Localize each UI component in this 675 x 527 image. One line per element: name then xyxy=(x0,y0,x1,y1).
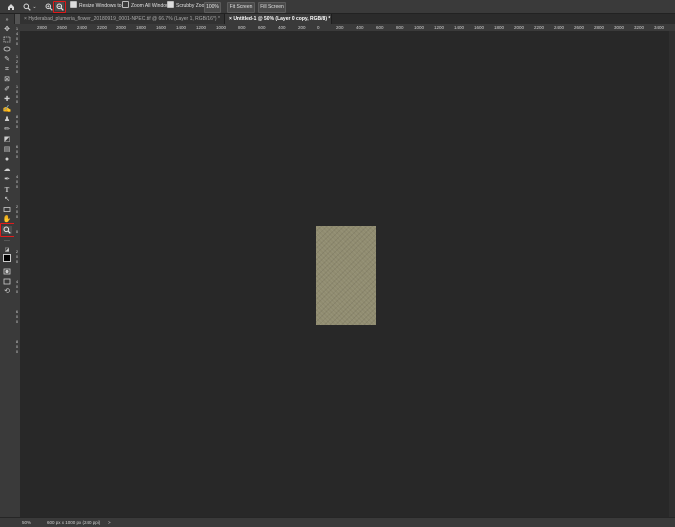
collapse-arrows-icon[interactable]: » xyxy=(2,16,12,24)
home-icon[interactable] xyxy=(6,2,15,11)
frame-tool-icon[interactable]: ⊠ xyxy=(2,76,12,84)
zoom-all-windows-checkbox[interactable]: Zoom All Windows xyxy=(122,1,172,12)
foreground-color-swatch[interactable] xyxy=(3,254,11,262)
chevron-down-icon[interactable]: ⌄ xyxy=(32,4,37,10)
zoom-tool-highlight xyxy=(0,223,15,237)
document-image[interactable] xyxy=(316,226,376,325)
document-tabs: × Hyderabad_plumeria_flower_20180919_000… xyxy=(20,14,675,24)
gradient-tool-icon[interactable]: ▤ xyxy=(2,146,12,154)
lasso-tool-icon[interactable] xyxy=(2,46,12,54)
zoom-tool-preset-icon[interactable] xyxy=(22,2,31,11)
artboard-rotate-icon[interactable]: ⟲ xyxy=(2,288,12,296)
pen-tool-icon[interactable]: ✒ xyxy=(2,176,12,184)
eyedropper-tool-icon[interactable]: ✐ xyxy=(2,86,12,94)
zoom-in-icon[interactable] xyxy=(44,2,53,11)
checkbox-checked-icon xyxy=(70,1,77,9)
resize-windows-checkbox[interactable]: Resize Windows to Fit xyxy=(70,1,128,12)
zoom-100-button[interactable]: 100% xyxy=(204,2,221,13)
marquee-tool-icon[interactable] xyxy=(2,36,12,44)
type-tool-icon[interactable]: T xyxy=(2,186,12,194)
tab-untitled-1[interactable]: × Untitled-1 @ 50% (Layer 0 copy, RGB/8)… xyxy=(225,14,332,24)
screen-mode-icon[interactable] xyxy=(2,278,12,286)
zoom-out-highlight xyxy=(53,1,66,13)
clone-stamp-tool-icon[interactable]: ♟ xyxy=(2,116,12,124)
close-icon[interactable]: × xyxy=(229,16,232,22)
history-brush-tool-icon[interactable]: ✏ xyxy=(2,126,12,134)
checkbox-checked-icon xyxy=(167,1,174,9)
default-colors-icon[interactable]: ◪ ⇄ xyxy=(2,246,12,261)
vertical-scrollbar[interactable] xyxy=(669,31,675,517)
eraser-tool-icon[interactable]: ◩ xyxy=(2,136,12,144)
dodge-tool-icon[interactable]: ☁ xyxy=(2,166,12,174)
quick-selection-tool-icon[interactable]: ✎ xyxy=(2,56,12,64)
rectangle-tool-icon[interactable] xyxy=(2,206,12,214)
more-tools-icon[interactable]: ··· xyxy=(2,237,12,245)
scrubby-zoom-checkbox[interactable]: Scrubby Zoom xyxy=(167,1,209,12)
crop-tool-icon[interactable]: ⌗ xyxy=(2,66,12,74)
close-icon[interactable]: × xyxy=(24,16,27,22)
path-selection-tool-icon[interactable]: ↖ xyxy=(2,196,12,204)
move-tool-icon[interactable]: ✥ xyxy=(2,26,12,34)
quick-mask-icon[interactable] xyxy=(2,268,12,276)
fit-screen-button[interactable]: Fit Screen xyxy=(227,2,255,13)
tools-panel: » ✥ ✎ ⌗ ⊠ ✐ ✚ ✍ ♟ ✏ ◩ ▤ ● ☁ ✒ T ↖ ✋ ··· … xyxy=(0,14,15,517)
tab-hyderabad-plumeria[interactable]: × Hyderabad_plumeria_flower_20180919_000… xyxy=(20,14,225,24)
fill-screen-button[interactable]: Fill Screen xyxy=(258,2,286,13)
checkbox-unchecked-icon xyxy=(122,1,129,9)
options-bar: ⌄ Resize Windows to Fit Zoom All Windows… xyxy=(0,0,675,14)
healing-brush-tool-icon[interactable]: ✚ xyxy=(2,96,12,104)
brush-tool-icon[interactable]: ✍ xyxy=(2,106,12,114)
blur-tool-icon[interactable]: ● xyxy=(2,156,12,164)
